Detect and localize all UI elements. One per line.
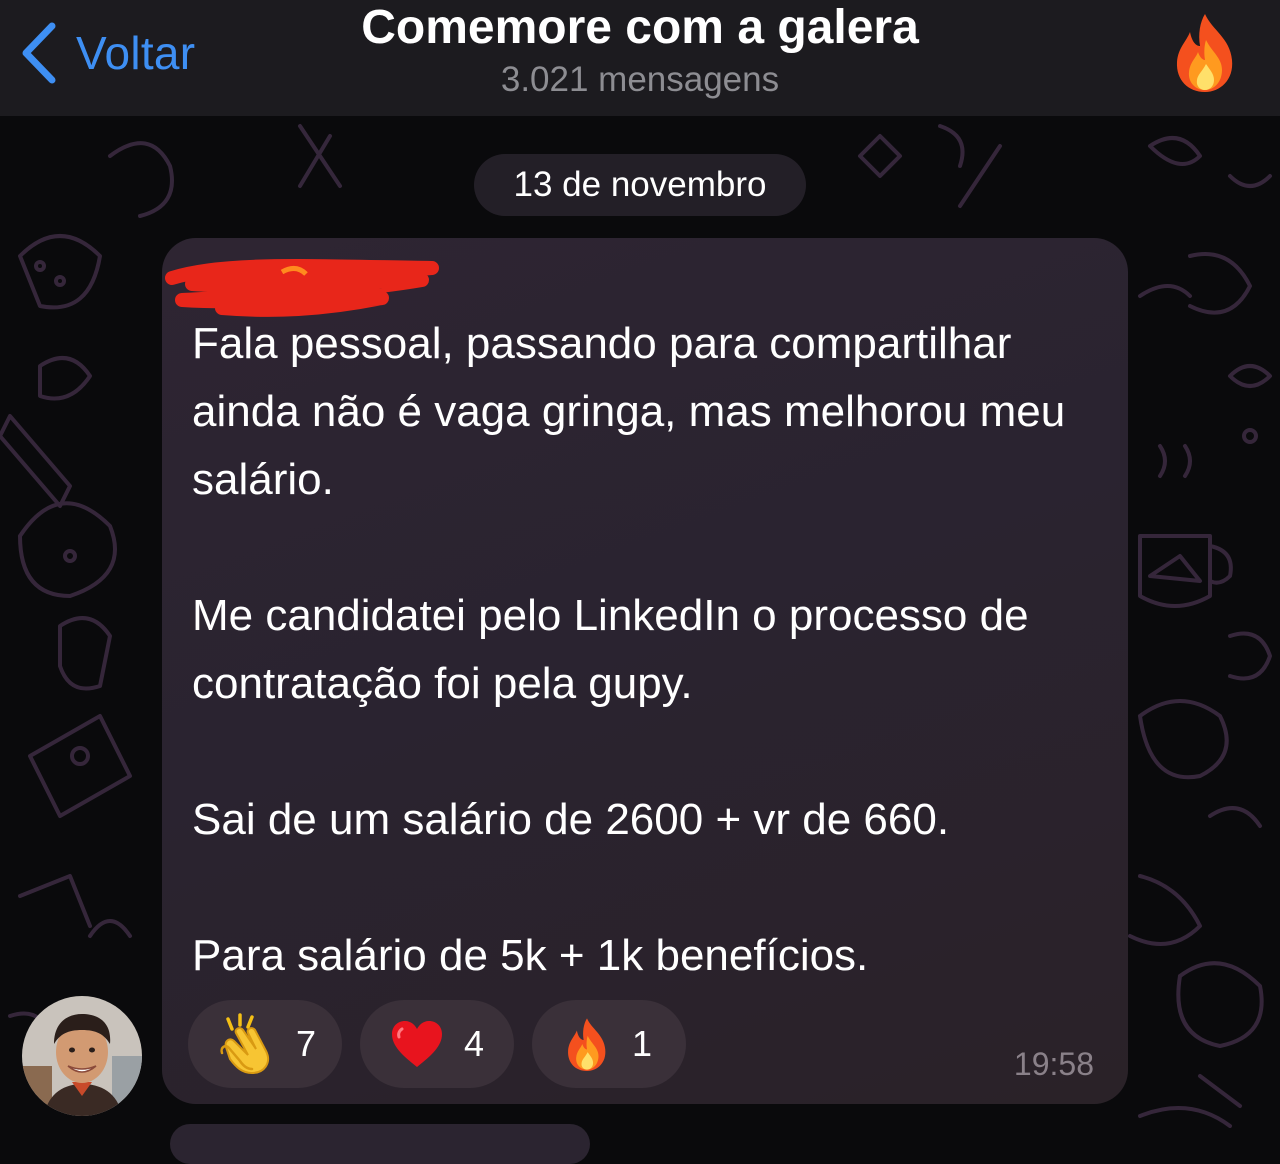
message-text: Fala pessoal, passando para compartilhar… — [192, 310, 1112, 990]
message-count: 3.021 mensagens — [500, 60, 780, 99]
chevron-left-icon — [22, 22, 56, 84]
reaction-count: 4 — [464, 1023, 485, 1064]
message-paragraph: Para salário de 5k + 1k benefícios. — [192, 931, 869, 980]
red-heart-icon — [392, 1021, 442, 1067]
message-paragraph: Fala pessoal, passando para compartilhar… — [192, 319, 1066, 504]
reaction-fire[interactable]: 1 — [532, 1000, 686, 1088]
reaction-count: 1 — [632, 1023, 653, 1064]
clapping-hands-icon — [220, 1013, 270, 1075]
date-separator: 13 de novembro — [474, 154, 806, 216]
reactions-row: 7 4 1 — [188, 1000, 704, 1088]
back-button-label: Voltar — [76, 27, 196, 79]
chat-title: Comemore com a galera — [361, 1, 919, 54]
redacted-sender-name — [165, 259, 439, 317]
chat-title-area[interactable]: Comemore com a galera 3.021 mensagens — [240, 0, 1040, 105]
reaction-count: 7 — [296, 1023, 317, 1064]
back-button[interactable]: Voltar — [20, 18, 195, 88]
avatar[interactable] — [22, 996, 142, 1116]
avatar-photo — [22, 996, 142, 1116]
message-paragraph: Me candidatei pelo LinkedIn o processo d… — [192, 591, 1029, 708]
next-message-bubble[interactable] — [170, 1124, 590, 1164]
fire-icon — [568, 1018, 606, 1072]
reaction-clap[interactable]: 7 — [188, 1000, 342, 1088]
reaction-heart[interactable]: 4 — [360, 1000, 514, 1088]
message-timestamp: 19:58 — [1013, 1046, 1094, 1082]
fire-icon[interactable] — [1168, 10, 1242, 94]
message-paragraph: Sai de um salário de 2600 + vr de 660. — [192, 795, 950, 844]
chat-header: Voltar Comemore com a galera 3.021 mensa… — [0, 0, 1280, 116]
message-bubble[interactable]: Fala pessoal, passando para compartilhar… — [162, 238, 1128, 1104]
